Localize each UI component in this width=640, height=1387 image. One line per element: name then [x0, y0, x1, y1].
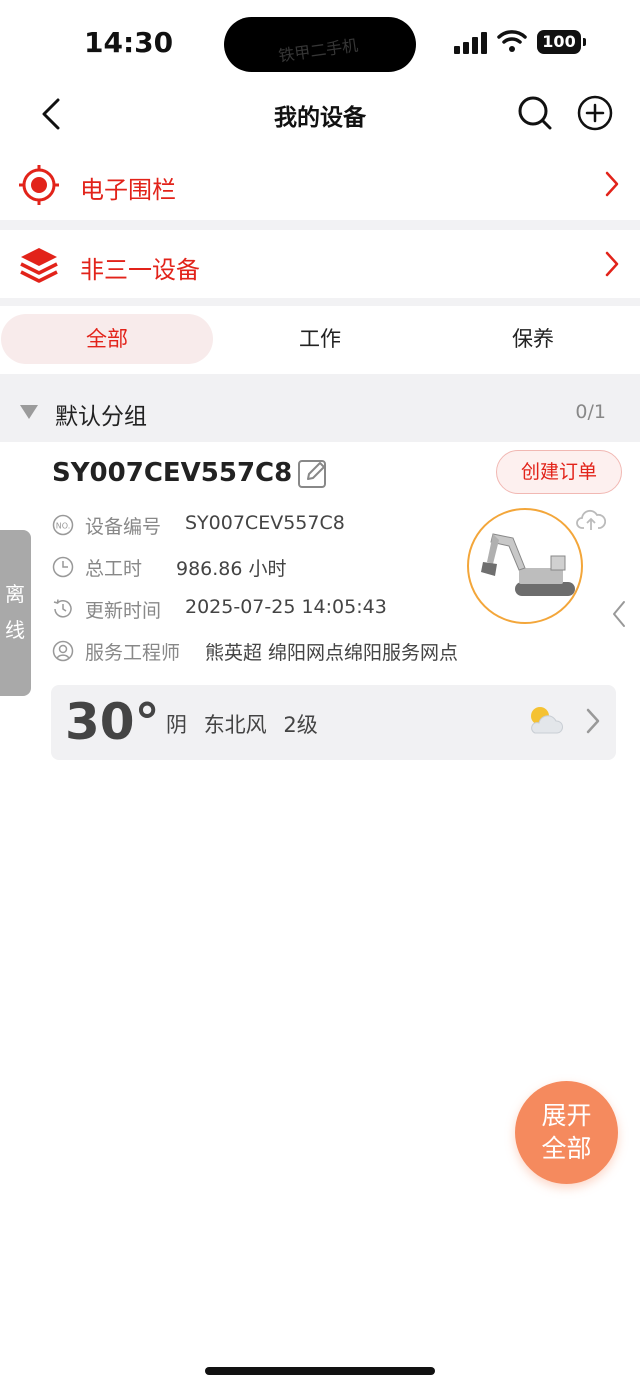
- status-bar: 14:30 铁甲二手机 100: [0, 0, 640, 88]
- total-hours-value: 986.86 小时: [176, 558, 287, 580]
- chevron-right-icon: [605, 171, 619, 197]
- chevron-right-icon: [586, 708, 600, 734]
- device-card[interactable]: 离线 SY007CEV557C8 创建订单 NO. 设备编号 SY007CEV5…: [0, 442, 640, 772]
- excavator-image: [481, 533, 575, 596]
- device-number-value: SY007CEV557C8: [185, 512, 345, 534]
- service-engineer-value: 熊英超 绵阳网点绵阳服务网点: [205, 642, 459, 664]
- weather-temperature: 30°: [65, 693, 160, 751]
- battery-icon: 100: [537, 30, 586, 54]
- weather-condition: 阴: [166, 713, 187, 737]
- total-hours-label: 总工时: [85, 558, 143, 580]
- number-icon: NO.: [52, 514, 74, 536]
- expand-all-line1: 展开: [541, 1101, 592, 1130]
- tab-all[interactable]: 全部: [1, 314, 213, 364]
- non-sany-device-row[interactable]: 非三一设备: [0, 230, 640, 298]
- expand-all-line2: 全部: [541, 1134, 592, 1163]
- offline-status-label: 离线: [5, 582, 25, 642]
- offline-status-tab: 离线: [0, 530, 31, 696]
- engineer-icon: [52, 640, 74, 662]
- excavator-photo[interactable]: [467, 508, 583, 624]
- service-engineer-label: 服务工程师: [85, 642, 181, 664]
- location-target-icon: [19, 165, 59, 205]
- chevron-right-icon: [605, 251, 619, 277]
- edit-icon[interactable]: [297, 458, 329, 490]
- divider: [0, 298, 640, 306]
- cloud-upload-icon[interactable]: [576, 508, 606, 532]
- cellular-signal-icon: [454, 32, 488, 54]
- weather-wind-direction: 东北风: [203, 713, 267, 737]
- create-order-button[interactable]: 创建订单: [496, 450, 622, 494]
- wifi-icon: [497, 30, 527, 52]
- status-time: 14:30: [84, 26, 174, 59]
- non-sany-device-label: 非三一设备: [80, 256, 200, 284]
- group-header[interactable]: 默认分组 0/1: [0, 374, 640, 442]
- device-number-label: 设备编号: [85, 516, 162, 538]
- device-id: SY007CEV557C8: [52, 458, 293, 488]
- group-name: 默认分组: [55, 404, 147, 430]
- weather-wind-level: 2级: [283, 713, 318, 737]
- group-count: 0/1: [575, 401, 606, 423]
- update-time-value: 2025-07-25 14:05:43: [185, 596, 387, 618]
- electronic-fence-label: 电子围栏: [80, 176, 176, 204]
- add-device-icon[interactable]: [576, 94, 614, 132]
- search-icon[interactable]: [516, 94, 554, 132]
- filter-tabs: 全部 工作 保养: [0, 306, 640, 372]
- collapse-triangle-icon: [20, 405, 38, 419]
- svg-text:NO.: NO.: [56, 522, 71, 531]
- home-indicator[interactable]: [205, 1367, 435, 1375]
- chevron-left-icon[interactable]: [610, 599, 628, 629]
- divider: [0, 220, 640, 230]
- tab-maintenance[interactable]: 保养: [427, 314, 639, 364]
- partly-cloudy-icon: [531, 707, 563, 734]
- history-clock-icon: [53, 599, 72, 618]
- expand-all-button[interactable]: 展开 全部: [515, 1081, 618, 1184]
- electronic-fence-row[interactable]: 电子围栏: [0, 150, 640, 218]
- tab-working[interactable]: 工作: [214, 314, 426, 364]
- hours-clock-icon: [52, 556, 74, 578]
- layers-icon: [20, 248, 58, 283]
- update-time-label: 更新时间: [85, 600, 162, 622]
- weather-bar[interactable]: 30° 阴 东北风 2级: [51, 685, 616, 760]
- nav-bar: 我的设备: [0, 88, 640, 140]
- dynamic-island: 铁甲二手机: [224, 17, 416, 72]
- watermark: 铁甲二手机: [277, 35, 360, 66]
- weather-description: 阴 东北风 2级: [166, 709, 328, 739]
